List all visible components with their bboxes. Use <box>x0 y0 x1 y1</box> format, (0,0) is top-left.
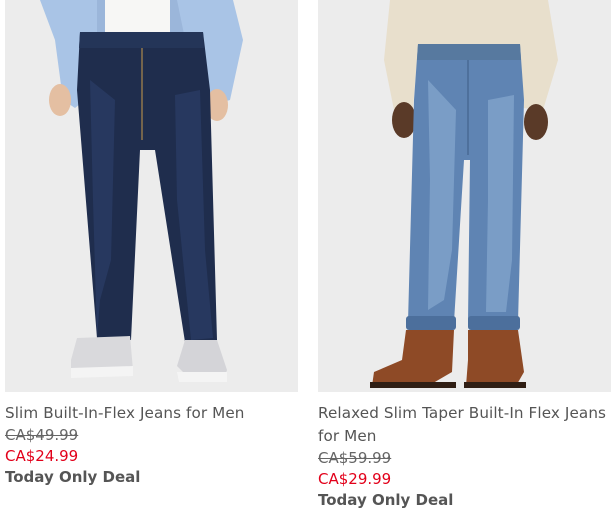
sale-price: CA$29.99 <box>318 470 392 488</box>
product-image-relaxed-slim-taper-jeans[interactable] <box>318 0 611 392</box>
dark-wash-jeans-photo <box>5 0 298 392</box>
deal-badge: Today Only Deal <box>318 491 454 509</box>
light-wash-jeans-photo <box>318 0 611 392</box>
product-card-slim-jeans[interactable]: Slim Built-In-Flex Jeans for Men CA$49.9… <box>5 0 298 488</box>
product-grid: Slim Built-In-Flex Jeans for Men CA$49.9… <box>0 0 613 509</box>
product-name[interactable]: Relaxed Slim Taper Built-In Flex Jeans f… <box>318 402 611 448</box>
deal-badge: Today Only Deal <box>5 468 141 486</box>
original-price: CA$59.99 <box>318 449 392 467</box>
original-price: CA$49.99 <box>5 426 79 444</box>
product-card-relaxed-slim-taper-jeans[interactable]: Relaxed Slim Taper Built-In Flex Jeans f… <box>318 0 611 511</box>
sale-price: CA$24.99 <box>5 447 79 465</box>
product-image-slim-jeans[interactable] <box>5 0 298 392</box>
product-name[interactable]: Slim Built-In-Flex Jeans for Men <box>5 402 298 425</box>
